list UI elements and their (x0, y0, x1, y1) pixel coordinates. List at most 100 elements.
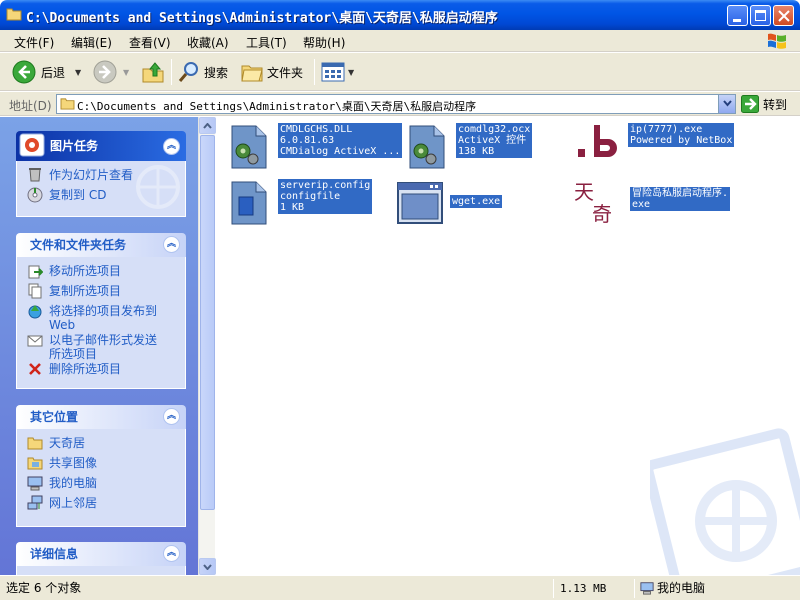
menu-favorites[interactable]: 收藏(A) (187, 34, 229, 51)
file-item[interactable]: wget.exe (396, 179, 503, 227)
details-header[interactable]: 详细信息 ︽ (16, 542, 186, 566)
views-icon (321, 62, 345, 82)
scroll-thumb[interactable] (200, 135, 215, 510)
windows-logo-icon (768, 33, 786, 49)
status-separator (634, 579, 635, 598)
folder-icon (27, 437, 43, 450)
collapse-icon[interactable]: ︽ (163, 545, 180, 562)
toolbar: 后退 ▼ ▼ 搜索 文件夹 ▼ (0, 53, 800, 91)
details-body (16, 566, 186, 575)
status-separator (553, 579, 554, 598)
vertical-scrollbar[interactable] (198, 117, 216, 575)
address-dropdown-button[interactable] (718, 95, 735, 113)
other-places-header[interactable]: 其它位置 ︽ (16, 405, 186, 429)
folder-icon (6, 8, 22, 21)
delete-icon (29, 363, 41, 375)
go-arrow-icon (741, 95, 759, 113)
address-label: 地址(D) (9, 99, 52, 113)
toolbar-separator (314, 59, 315, 85)
scroll-up-button[interactable] (199, 117, 216, 134)
file-tasks-header[interactable]: 文件和文件夹任务 ︽ (16, 233, 186, 257)
file-item[interactable]: 天 奇 冒险岛私服启动程序. exe (572, 177, 731, 229)
collapse-icon[interactable]: ︽ (163, 236, 180, 253)
task-pane: 图片任务 ︽ 作为幻灯片查看 复制到 CD 文件和文件夹任务 ︽ 移动所选项目 (0, 117, 198, 575)
address-field[interactable]: C:\Documents and Settings\Administrator\… (56, 94, 736, 114)
folders-icon (241, 65, 263, 82)
folders-label: 文件夹 (267, 65, 304, 80)
scroll-down-button[interactable] (199, 558, 216, 575)
dll-icon (231, 125, 267, 169)
shared-pictures-icon (27, 457, 43, 470)
forward-arrow-icon (93, 60, 117, 84)
copy-icon (28, 283, 42, 299)
back-label: 后退 (41, 65, 66, 80)
close-icon (778, 10, 790, 22)
search-label: 搜索 (204, 65, 229, 80)
menu-help[interactable]: 帮助(H) (303, 34, 345, 51)
delete-items-link[interactable]: 删除所选项目 (27, 361, 179, 381)
menu-edit[interactable]: 编辑(E) (71, 34, 112, 51)
address-bar: 地址(D) C:\Documents and Settings\Administ… (0, 92, 800, 116)
folders-button[interactable]: 文件夹 (240, 59, 303, 85)
menu-view[interactable]: 查看(V) (129, 34, 171, 51)
file-item[interactable]: ip(7777).exe Powered by NetBox (574, 123, 735, 171)
up-folder-button[interactable] (141, 59, 165, 85)
watermark-icon (136, 165, 180, 209)
search-icon (178, 62, 198, 82)
exe-window-icon (397, 182, 443, 224)
place-tianqiju[interactable]: 天奇居 (27, 435, 179, 455)
file-item[interactable]: comdlg32.ocx ActiveX 控件 138 KB (402, 123, 533, 171)
forward-dropdown-icon[interactable]: ▼ (123, 68, 129, 77)
selection-status: 选定 6 个对象 (6, 581, 82, 595)
email-icon (27, 335, 43, 347)
minimize-button[interactable] (727, 5, 748, 26)
details-title: 详细信息 (30, 547, 79, 561)
other-places-title: 其它位置 (30, 410, 79, 424)
file-item[interactable]: serverip.config configfile 1 KB (224, 179, 373, 227)
file-label: CMDLGCHS.DLL 6.0.81.63 CMDialog ActiveX ..… (278, 123, 403, 158)
close-button[interactable] (773, 5, 794, 26)
publish-web-link[interactable]: 将选择的项目发布到 Web (27, 303, 179, 332)
copy-items-link[interactable]: 复制所选项目 (27, 283, 179, 303)
back-dropdown-icon[interactable]: ▼ (75, 68, 81, 77)
menu-bar: 文件(F) 编辑(E) 查看(V) 收藏(A) 工具(T) 帮助(H) (0, 30, 800, 52)
picture-tasks-title: 图片任务 (50, 139, 99, 153)
search-button[interactable]: 搜索 (177, 59, 228, 85)
maximize-button[interactable] (750, 5, 771, 26)
move-items-link[interactable]: 移动所选项目 (27, 263, 179, 283)
other-places-panel: 其它位置 ︽ 天奇居 共享图像 我的电脑 网上邻居 (16, 405, 186, 527)
collapse-icon[interactable]: ︽ (163, 408, 180, 425)
email-items-link[interactable]: 以电子邮件形式发送所选项目 (27, 332, 179, 361)
file-item[interactable]: CMDLGCHS.DLL 6.0.81.63 CMDialog ActiveX ..… (224, 123, 403, 171)
collapse-icon[interactable]: ︽ (163, 138, 180, 155)
tianqi-logo-icon: 天 奇 (574, 180, 612, 226)
views-dropdown-icon: ▼ (348, 67, 355, 77)
menu-file[interactable]: 文件(F) (14, 34, 54, 51)
go-button[interactable]: 转到 (741, 95, 787, 113)
my-computer-icon (27, 476, 43, 491)
forward-button[interactable]: ▼ (93, 59, 129, 85)
place-my-computer[interactable]: 我的电脑 (27, 475, 179, 495)
maximize-icon (755, 10, 766, 21)
place-network[interactable]: 网上邻居 (27, 495, 179, 515)
zone-label: 我的电脑 (657, 581, 706, 595)
cd-icon (27, 187, 43, 203)
window-title: C:\Documents and Settings\Administrator\… (26, 11, 498, 26)
chevron-down-icon (203, 563, 212, 570)
go-label: 转到 (763, 97, 788, 112)
file-tasks-panel: 文件和文件夹任务 ︽ 移动所选项目 复制所选项目 将选择的项目发布到 Web 以… (16, 233, 186, 389)
title-bar[interactable]: C:\Documents and Settings\Administrator\… (0, 0, 800, 30)
chevron-down-icon (723, 100, 732, 107)
back-button[interactable]: 后退 ▼ (12, 59, 81, 85)
file-label: ip(7777).exe Powered by NetBox (628, 123, 735, 147)
file-label: 冒险岛私服启动程序. exe (630, 187, 731, 211)
publish-web-icon (28, 305, 42, 319)
picture-tasks-header[interactable]: 图片任务 ︽ (16, 131, 186, 161)
pictures-watermark-icon (650, 428, 800, 575)
place-shared-pictures[interactable]: 共享图像 (27, 455, 179, 475)
minimize-icon (733, 19, 741, 22)
menu-tools[interactable]: 工具(T) (246, 34, 287, 51)
other-places-body: 天奇居 共享图像 我的电脑 网上邻居 (16, 429, 186, 527)
views-button[interactable]: ▼ (321, 59, 354, 85)
file-list[interactable]: CMDLGCHS.DLL 6.0.81.63 CMDialog ActiveX ..… (216, 117, 800, 575)
